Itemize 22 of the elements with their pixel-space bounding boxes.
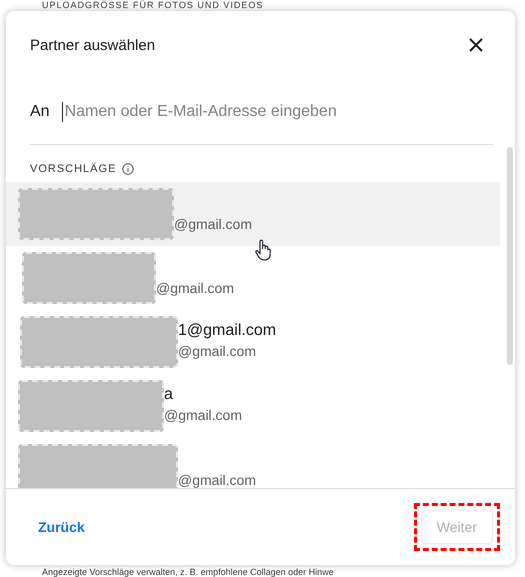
contact-suggestion[interactable]: @gmail.com [6, 246, 500, 310]
settings-description: Angezeigte Vorschläge verwalten, z. B. empfohlene Collagen oder Hinwe [42, 567, 335, 577]
contact-suggestion[interactable]: a @gmail.com [6, 374, 500, 438]
contact-email: @gmail.com [174, 215, 252, 234]
contact-suggestion[interactable]: @gmail.com [6, 438, 500, 488]
contact-email: @gmail.com [178, 342, 258, 361]
contact-suggestion[interactable]: 1@gmail.com @gmail.com [6, 310, 500, 374]
contact-email: @gmail.com [164, 406, 242, 425]
scrollbar-thumb[interactable] [507, 147, 513, 365]
contact-name: 1@gmail.com [178, 321, 276, 341]
contact-suggestion[interactable]: @gmail.com [6, 182, 500, 246]
section-heading: UPLOADGRÖSSE FÜR FOTOS UND VIDEOS [42, 0, 264, 10]
info-icon[interactable] [122, 163, 134, 175]
contact-email: @gmail.com [156, 279, 234, 298]
back-button[interactable]: Zurück [30, 513, 93, 541]
suggestions-heading: VORSCHLÄGE [30, 163, 116, 175]
to-label: An [30, 102, 50, 122]
contact-email: @gmail.com [178, 471, 256, 488]
contact-name: a [164, 385, 174, 405]
close-icon[interactable] [468, 37, 484, 53]
hand-cursor-icon [255, 239, 271, 261]
dialog-title: Partner auswählen [30, 36, 156, 54]
